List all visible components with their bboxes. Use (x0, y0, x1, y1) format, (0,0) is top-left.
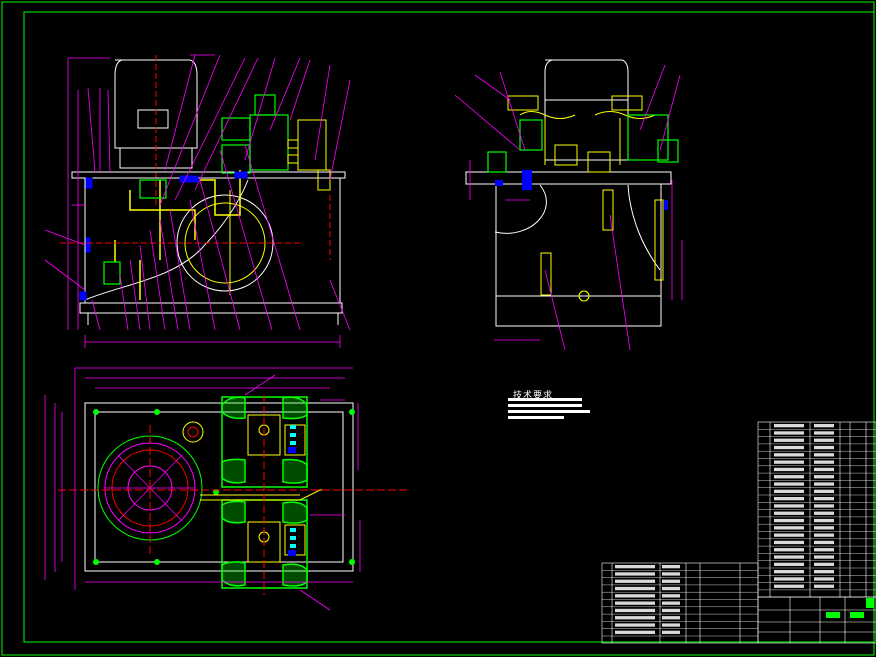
cad-drawing-canvas (1, 1, 876, 656)
bom-cell-glyph (774, 497, 804, 501)
bom-cell-glyph (814, 577, 834, 581)
manifold-top (200, 414, 330, 563)
bom-cell-glyph (774, 482, 804, 486)
bom-cell-glyph (774, 526, 804, 530)
bom-cell-glyph (662, 623, 680, 627)
bom-cell-glyph (774, 504, 804, 508)
bom-cell-glyph (615, 601, 655, 605)
bom-cell-glyph (814, 482, 834, 486)
valve-fittings-front (287, 119, 331, 191)
bom-cell-glyph (662, 579, 680, 583)
bom-cell-glyph (814, 445, 834, 450)
bom-cell-glyph (615, 586, 655, 591)
bom-cell-glyph (774, 584, 804, 588)
bom-cell-glyph (814, 467, 834, 472)
bom-cell-glyph (774, 438, 804, 442)
bom-cell-glyph (662, 594, 680, 598)
technical-requirements-title: 技术要求 (513, 391, 554, 401)
bom-cell-glyph (662, 601, 680, 605)
bom-cell-glyph (662, 630, 680, 634)
dimensions-side (454, 64, 683, 351)
bom-cell-glyph (615, 608, 655, 613)
bom-cell-glyph (814, 518, 834, 523)
bom-cell-glyph (774, 445, 804, 450)
bom-cell-glyph (814, 504, 834, 508)
bom-cell-glyph (662, 586, 680, 591)
bom-cell-glyph (662, 572, 680, 576)
bom-cell-glyph (774, 555, 804, 559)
bom-cell-glyph (662, 616, 680, 620)
bom-cell-glyph (774, 489, 804, 493)
bom-cell-glyph (814, 548, 834, 552)
bom-cell-glyph (814, 511, 834, 515)
front-view (44, 54, 351, 348)
bom-cell-glyph (774, 577, 804, 581)
bom-cell-glyph (615, 630, 655, 634)
bom-cell-glyph (662, 565, 680, 569)
bom-cell-glyph (814, 562, 834, 566)
bom-cell-glyph (814, 540, 834, 545)
bom-cell-glyph (814, 460, 834, 464)
seals-side (495, 170, 668, 210)
bom-rows-upper (758, 424, 876, 591)
oil-tank-front (71, 171, 346, 325)
technical-notes-lines (508, 398, 590, 419)
title-block-fills (826, 598, 874, 618)
bom-rows-lower (602, 565, 758, 637)
bom-cell-glyph (814, 431, 834, 435)
side-view (454, 59, 683, 351)
title-block (757, 596, 876, 644)
bom-cell-glyph (814, 533, 834, 537)
bom-cell-glyph (615, 565, 655, 569)
bom-cell-glyph (615, 572, 655, 576)
valve-block-front (103, 94, 289, 285)
valve-assembly-side (507, 95, 656, 173)
bom-cell-glyph (814, 570, 834, 574)
dimensions-top (44, 367, 361, 611)
bom-cell-glyph (662, 608, 680, 613)
top-view (44, 367, 410, 611)
drawing-frame (1, 1, 875, 656)
bom-cell-glyph (814, 555, 834, 559)
bom-cell-glyph (774, 540, 804, 545)
bom-cell-glyph (814, 489, 834, 493)
bom-cell-glyph (774, 424, 804, 428)
oil-tank-top (84, 402, 354, 572)
bom-cell-glyph (774, 562, 804, 566)
bom-cell-glyph (814, 475, 834, 479)
bom-cell-glyph (814, 584, 834, 588)
bom-cell-glyph (814, 453, 834, 457)
bom-cell-glyph (814, 424, 834, 428)
bom-cell-glyph (615, 579, 655, 583)
cutaway-line-side (494, 184, 547, 234)
bom-cell-glyph (615, 594, 655, 598)
bom-cell-glyph (814, 497, 834, 501)
bom-cell-glyph (774, 570, 804, 574)
bom-cell-glyph (814, 438, 834, 442)
bom-cell-glyph (774, 518, 804, 523)
bom-cell-glyph (615, 616, 655, 620)
bom-cell-glyph (814, 526, 834, 530)
bom-cell-glyph (774, 460, 804, 464)
bom-cell-glyph (774, 431, 804, 435)
bom-cell-glyph (774, 511, 804, 515)
seals-front (79, 171, 248, 301)
bom-cell-glyph (774, 533, 804, 537)
bom-cell-glyph (774, 453, 804, 457)
bom-cell-glyph (774, 548, 804, 552)
bom-cell-glyph (615, 623, 655, 627)
oil-tank-side (465, 171, 672, 327)
bom-cell-glyph (774, 467, 804, 472)
bom-cell-glyph (774, 475, 804, 479)
